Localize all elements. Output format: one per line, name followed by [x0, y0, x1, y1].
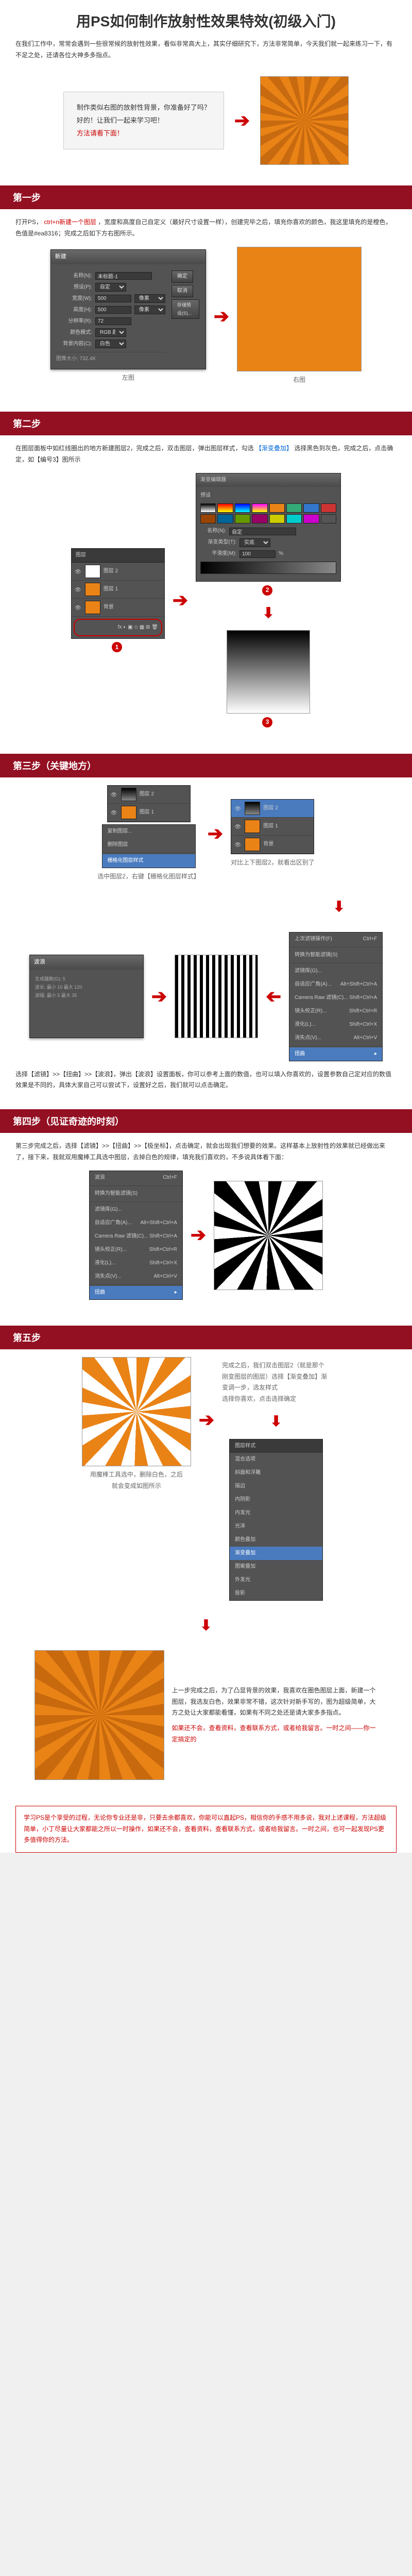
arrow-right-icon: ➔ [191, 1218, 206, 1252]
ok-button[interactable]: 确定 [171, 270, 193, 283]
cancel-button[interactable]: 取消 [171, 285, 193, 297]
arrow-left-icon: ➔ [266, 980, 281, 1013]
eye-icon[interactable] [234, 823, 242, 830]
new-doc-dialog: 新建 名称(N): 预设(P):自定 宽度(W):像素 高度(H):像素 分辨率… [50, 249, 206, 369]
arrow-right-icon: ➔ [208, 817, 223, 851]
radial-bw-result [214, 1181, 323, 1290]
badge-3: 3 [262, 717, 272, 727]
hero-box: 制作类似右图的放射性背景，你准备好了吗？ 好的！让我们一起来学习吧！ 方法请看下… [63, 92, 224, 149]
step4-text: 第三步完成之后，选择【滤镜】>>【扭曲】>>【极坐标】，点击确定，就会出现我们想… [15, 1141, 397, 1163]
eye-icon[interactable] [111, 809, 118, 816]
eye-icon[interactable] [111, 791, 118, 798]
step2-text: 在图层面板中如红线圈出的地方新建图层2，完成之后，双击图层，弹出图层样式，勾选 … [15, 443, 397, 465]
distort-polar-item[interactable]: 扭曲▸ [90, 1286, 182, 1299]
grad-title: 渐变编辑器 [196, 473, 340, 487]
stripes-preview [175, 955, 258, 1038]
footer-note: 学习PS是个享受的过程，无论你专业还是非，只要去余都喜欢，你能可以直起PS，相信… [15, 1806, 397, 1853]
layers-panel-small: 图层 2 图层 1 [107, 785, 191, 822]
arrow-right-icon: ➔ [151, 980, 167, 1013]
step3-compare-text: 对比上下图层2，就看出区别了 [231, 857, 315, 869]
rasterize-item[interactable]: 栅格化图层样式 [102, 854, 195, 868]
layers-panel: 图层 图层 2 图层 1 背景 fx ◐ ▣ ◇ ▦ ⊞ 🗑 [71, 548, 165, 639]
layers-panel-after: 图层 2 图层 1 背景 [231, 799, 314, 854]
arrow-right-icon: ➔ [199, 1403, 214, 1437]
arrow-right-icon: ➔ [173, 584, 188, 617]
hero-line2: 好的！让我们一起来学习吧！ [77, 114, 211, 127]
wave-dialog: 波浪 生成器数(G): 5 波长: 最小 10 最大 120 波幅: 最小 5 … [29, 955, 144, 1038]
arrow-down-icon: ⬇ [15, 1608, 397, 1642]
eye-icon[interactable] [234, 805, 242, 812]
badge-1: 1 [112, 642, 122, 652]
intro-text: 在我们工作中，常常会遇到一些很常候的放射性效果，看似非常高大上，其实仔细研究下，… [0, 39, 412, 71]
arrow-right-icon: ➔ [234, 110, 250, 131]
step2-header: 第二步 [0, 412, 412, 435]
filter-menu-2: 波浪Ctrl+F 转换为智能滤镜(S) 滤镜库(G)... 自适应广角(A)..… [89, 1171, 183, 1300]
layer-row[interactable]: 图层 2 [72, 563, 164, 581]
page-title: 用PS如何制作放射性效果特效(初级入门) [0, 0, 412, 39]
step3-para: 选择【滤镜】>>【扭曲】>>【波浪】，弹出【波浪】设置面板，你可以参考上面的数值… [15, 1069, 397, 1091]
width-input[interactable] [95, 295, 131, 302]
right-caption: 右图 [293, 375, 305, 386]
layers-tab[interactable]: 图层 [72, 549, 164, 563]
step3-select-text: 选中图层2，右键【栅格化图层样式】 [97, 871, 200, 883]
save-preset-button[interactable]: 存储预设(S)... [171, 299, 199, 319]
dialog-title: 新建 [51, 250, 205, 264]
filter-menu: 上次滤镜操作(F)Ctrl+F 转换为智能滤镜(S) 滤镜库(G)... 自适应… [289, 932, 383, 1061]
hero-row: 制作类似右图的放射性背景，你准备好了吗？ 好的！让我们一起来学习吧！ 方法请看下… [0, 71, 412, 178]
left-caption: 左图 [122, 372, 134, 384]
layer-row[interactable]: 图层 1 [72, 581, 164, 599]
gradient-overlay-item[interactable]: 渐变叠加 [230, 1547, 322, 1560]
eye-icon[interactable] [75, 568, 82, 575]
preset-select[interactable]: 自定 [95, 283, 126, 292]
distort-item[interactable]: 扭曲▸ [289, 1047, 382, 1061]
step4-header: 第四步（见证奇迹的时刻） [0, 1109, 412, 1133]
context-menu: 复制图层... 删除图层 栅格化图层样式 [102, 824, 196, 868]
final-result [35, 1650, 164, 1780]
eye-icon[interactable] [75, 604, 82, 611]
step5-header: 第五步 [0, 1326, 412, 1349]
name-input[interactable] [95, 272, 152, 280]
orange-swatch [237, 247, 362, 371]
res-input[interactable] [95, 317, 131, 325]
radial-orange-white [82, 1357, 191, 1466]
arrow-down-icon: ⬇ [15, 890, 397, 924]
step1-header: 第一步 [0, 185, 412, 209]
layer-style-list: 图层样式 混合选项 斜面和浮雕 描边 内阴影 内发光 光泽 颜色叠加 渐变叠加 … [229, 1439, 323, 1601]
gradient-preview [227, 630, 310, 714]
eye-icon[interactable] [234, 841, 242, 848]
eye-icon[interactable] [75, 586, 82, 593]
final-text2: 如果还不会，查看资料，查看联系方式，或者给我留言。一时之间——你一定搞定的 [172, 1723, 378, 1745]
gradient-bar[interactable] [200, 562, 336, 574]
height-input[interactable] [95, 306, 131, 314]
layer-row[interactable]: 背景 [72, 599, 164, 617]
gradient-editor: 渐变编辑器 预设 名称(N): 渐变类型(T):实底 平滑度(M):% [196, 473, 341, 582]
final-text1: 上一步完成之后，为了凸显背景的效果，我喜欢在圈色图层上面，新建一个图层，我选友白… [172, 1685, 378, 1719]
hero-line3: 方法请看下面！ [77, 127, 211, 140]
preset-swatches[interactable] [200, 503, 336, 523]
hero-sunburst [260, 76, 349, 165]
hero-line1: 制作类似右图的放射性背景，你准备好了吗？ [77, 101, 211, 114]
arrow-right-icon: ➔ [214, 300, 229, 333]
badge-2: 2 [262, 585, 272, 596]
arrow-down-icon: ⬇ [270, 1404, 282, 1438]
step1-text: 打开PS， ctrl+n新建一个图层 ，宽度和高度自己自定义（最好尺寸设置一样）… [15, 217, 397, 239]
arrow-down-icon: ⬇ [262, 596, 274, 630]
step3-header: 第三步（关键地方） [0, 754, 412, 777]
